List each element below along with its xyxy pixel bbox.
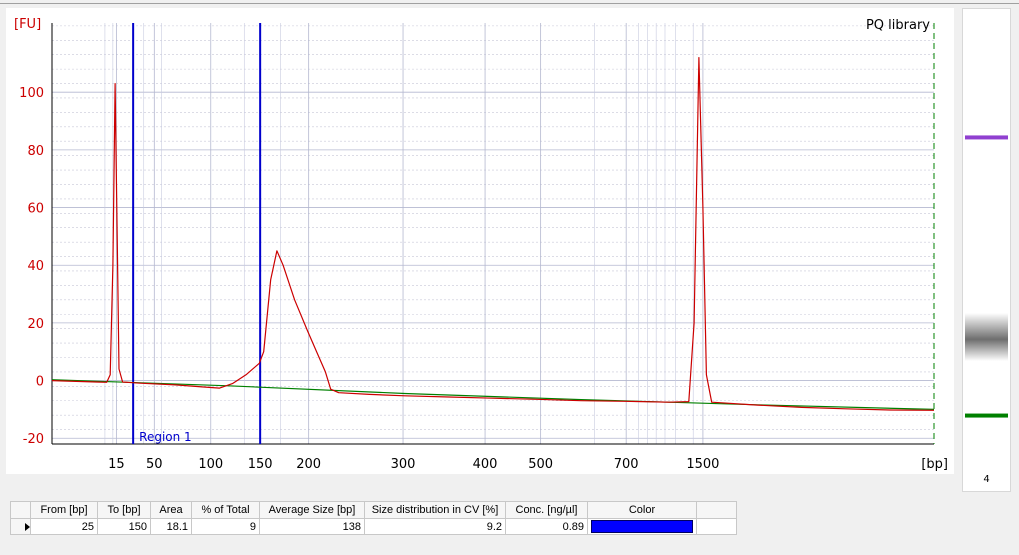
results-table[interactable]: From [bp] To [bp] Area % of Total Averag… bbox=[10, 501, 737, 535]
col-header-average-size[interactable]: Average Size [bp] bbox=[259, 501, 365, 519]
row-pointer-icon bbox=[25, 522, 30, 531]
x-tick-label: 1500 bbox=[686, 457, 719, 472]
cell-size-cv[interactable]: 9.2 bbox=[364, 518, 506, 535]
x-tick-label: 15 bbox=[108, 457, 125, 472]
row-header-corner bbox=[10, 501, 31, 519]
cell-conc[interactable]: 0.89 bbox=[505, 518, 588, 535]
baseline-line bbox=[51, 379, 935, 410]
col-header-to[interactable]: To [bp] bbox=[97, 501, 151, 519]
gel-marker-band bbox=[965, 135, 1008, 140]
y-tick-label: 100 bbox=[19, 86, 44, 101]
table-row[interactable]: 25 150 18.1 9 138 9.2 0.89 bbox=[10, 518, 737, 535]
table-empty-area bbox=[10, 536, 1009, 555]
y-tick-label: 80 bbox=[27, 144, 44, 159]
gel-marker-band bbox=[965, 413, 1008, 418]
cell-from[interactable]: 25 bbox=[30, 518, 98, 535]
y-tick-label: 40 bbox=[27, 259, 44, 274]
electropherogram-window: -20 0 20 40 60 80 100 15 50 100 150 200 300 400 500 700… bbox=[0, 0, 1019, 555]
cell-average-size[interactable]: 138 bbox=[259, 518, 365, 535]
col-header-pct-total[interactable]: % of Total bbox=[191, 501, 260, 519]
x-tick-label: 300 bbox=[391, 457, 416, 472]
x-tick-label: 700 bbox=[614, 457, 639, 472]
electropherogram-chart: -20 0 20 40 60 80 100 15 50 100 150 200 300 400 500 700… bbox=[14, 17, 948, 472]
gel-lane[interactable]: 4 bbox=[962, 8, 1011, 492]
cell-to[interactable]: 150 bbox=[97, 518, 151, 535]
x-axis-label: [bp] bbox=[921, 457, 948, 472]
x-tick-label: 200 bbox=[296, 457, 321, 472]
cell-color[interactable] bbox=[587, 518, 697, 535]
x-tick-label: 100 bbox=[198, 457, 223, 472]
gel-image bbox=[965, 135, 1008, 418]
col-header-area[interactable]: Area bbox=[150, 501, 192, 519]
window-border bbox=[0, 3, 1019, 4]
region-label: Region 1 bbox=[139, 430, 192, 444]
y-tick-label: 0 bbox=[36, 375, 44, 390]
y-tick-label: -20 bbox=[23, 432, 44, 447]
row-selector[interactable] bbox=[10, 518, 31, 535]
y-axis-label: [FU] bbox=[14, 17, 41, 32]
y-tick-label: 60 bbox=[27, 202, 44, 217]
y-tick-label: 20 bbox=[27, 317, 44, 332]
electropherogram-plot[interactable]: -20 0 20 40 60 80 100 15 50 100 150 200 300 400 500 700… bbox=[6, 8, 954, 474]
table-header-row: From [bp] To [bp] Area % of Total Averag… bbox=[10, 501, 737, 519]
col-header-empty bbox=[696, 501, 737, 519]
col-header-conc[interactable]: Conc. [ng/µl] bbox=[505, 501, 588, 519]
x-tick-label: 50 bbox=[146, 457, 163, 472]
x-tick-label: 400 bbox=[473, 457, 498, 472]
x-tick-label: 500 bbox=[528, 457, 553, 472]
cell-pct-total[interactable]: 9 bbox=[191, 518, 260, 535]
cell-area[interactable]: 18.1 bbox=[150, 518, 192, 535]
chart-title: PQ library bbox=[866, 18, 930, 33]
col-header-from[interactable]: From [bp] bbox=[30, 501, 98, 519]
results-table-panel: From [bp] To [bp] Area % of Total Averag… bbox=[10, 501, 1009, 555]
col-header-size-cv[interactable]: Size distribution in CV [%] bbox=[364, 501, 506, 519]
color-swatch bbox=[591, 520, 693, 533]
gel-lane-number: 4 bbox=[983, 474, 990, 485]
cell-empty bbox=[696, 518, 737, 535]
x-tick-label: 150 bbox=[248, 457, 273, 472]
gel-smear-band bbox=[965, 313, 1008, 362]
col-header-color[interactable]: Color bbox=[587, 501, 697, 519]
